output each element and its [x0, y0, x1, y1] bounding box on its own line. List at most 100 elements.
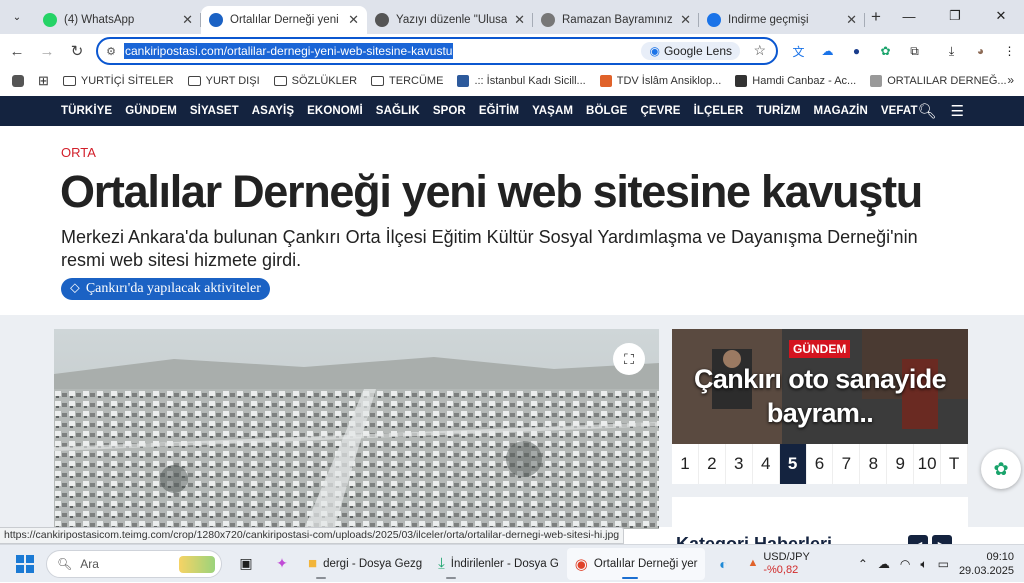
- download-folder-icon: ⤓: [438, 555, 445, 572]
- taskbar-app-button[interactable]: ⤓ İndirilenler - Dosya G: [430, 548, 567, 580]
- wifi-icon[interactable]: ◠: [900, 557, 910, 571]
- onedrive-cloud-icon[interactable]: ☁: [878, 557, 890, 571]
- close-tab-icon[interactable]: ✕: [680, 12, 691, 28]
- close-tab-icon[interactable]: ✕: [348, 12, 359, 28]
- site-nav-link[interactable]: EKONOMİ: [307, 105, 363, 117]
- extensions-puzzle-icon[interactable]: ⧉: [900, 44, 929, 59]
- battery-icon[interactable]: ▭: [938, 557, 949, 571]
- taskbar-app-indicator: [622, 576, 639, 579]
- page-number-button[interactable]: 1: [672, 444, 699, 484]
- tag-pill[interactable]: ⬦ Çankırı'da yapılacak aktiviteler: [61, 278, 270, 300]
- chevron-up-icon[interactable]: ⌃: [858, 557, 868, 571]
- bookmark-favicon: [735, 74, 748, 87]
- wordpress-icon: [375, 13, 389, 27]
- more-bookmarks-icon[interactable]: »: [1007, 73, 1014, 87]
- bookmark-item[interactable]: SÖZLÜKLER: [273, 75, 357, 87]
- volume-icon[interactable]: 🔈︎: [920, 557, 927, 572]
- stock-widget[interactable]: ▲ USD/JPY -%0,82: [747, 551, 809, 577]
- chatgpt-floating-icon[interactable]: ✿: [981, 449, 1021, 489]
- hamburger-menu-icon[interactable]: ☰: [951, 102, 964, 120]
- close-window-icon[interactable]: ✕: [978, 0, 1024, 32]
- minimize-icon[interactable]: —: [886, 0, 932, 32]
- page-number-button[interactable]: 8: [860, 444, 888, 484]
- bookmark-item[interactable]: TDV İslâm Ansiklop...: [599, 74, 721, 87]
- grid-apps-icon[interactable]: ⊞: [38, 73, 49, 89]
- site-nav-link[interactable]: SPOR: [433, 105, 466, 117]
- forward-arrow-icon[interactable]: →: [32, 43, 62, 60]
- translate-extension-icon[interactable]: 文: [784, 43, 813, 60]
- site-nav-link[interactable]: GÜNDEM: [125, 105, 177, 117]
- site-nav-link[interactable]: VEFAT: [881, 105, 918, 117]
- folder-icon: [273, 75, 287, 86]
- article-category[interactable]: ORTA: [61, 145, 96, 160]
- fullscreen-button[interactable]: ⛶: [613, 343, 645, 375]
- cloud-extension-icon[interactable]: ☁: [813, 44, 842, 58]
- taskbar-app-button[interactable]: ◉ Ortalılar Derneği yer: [566, 547, 706, 580]
- browser-tab[interactable]: Yazıyı düzenle "Ulusal Ba ✕: [367, 6, 533, 34]
- site-nav-link[interactable]: İLÇELER: [694, 105, 744, 117]
- page-number-button[interactable]: 4: [753, 444, 780, 484]
- search-placeholder: Ara: [80, 556, 99, 571]
- taskbar-app-button[interactable]: ■ dergi - Dosya Gezg: [300, 548, 430, 580]
- page-number-button[interactable]: 9: [887, 444, 915, 484]
- taskbar-app-indicator: [316, 576, 326, 579]
- menu-kebab-icon[interactable]: ⋮: [995, 44, 1024, 58]
- site-nav-link[interactable]: ÇEVRE: [640, 105, 680, 117]
- site-nav-link[interactable]: TURİZM: [756, 105, 800, 117]
- close-tab-icon[interactable]: ✕: [514, 12, 525, 28]
- clock[interactable]: 09:10 29.03.2025: [959, 550, 1014, 578]
- page-number-button[interactable]: 10: [914, 444, 942, 484]
- copilot-icon[interactable]: ✦: [264, 548, 300, 580]
- browser-tab[interactable]: (4) WhatsApp ✕: [35, 6, 201, 34]
- task-view-icon[interactable]: ▣: [228, 548, 264, 580]
- site-nav-link[interactable]: ASAYİŞ: [252, 105, 294, 117]
- downloads-icon[interactable]: ⤓: [937, 44, 966, 59]
- profile-avatar[interactable]: ◕: [966, 44, 995, 58]
- bookmark-item[interactable]: YURTİÇİ SİTELER: [62, 75, 174, 87]
- close-tab-icon[interactable]: ✕: [846, 12, 857, 28]
- address-bar[interactable]: ⚙ cankiripostasi.com/ortalilar-dernegi-y…: [96, 37, 778, 65]
- site-nav-link[interactable]: TÜRKİYE: [61, 105, 112, 117]
- edge-icon[interactable]: ◐: [705, 548, 741, 580]
- tab-search-chevron-icon[interactable]: ⌄: [5, 5, 29, 29]
- page-number-button[interactable]: 3: [726, 444, 753, 484]
- site-nav-link[interactable]: YAŞAM: [532, 105, 573, 117]
- featured-news-card[interactable]: GÜNDEM Çankırı oto sanayide bayram..: [672, 329, 968, 444]
- site-nav-link[interactable]: SİYASET: [190, 105, 239, 117]
- page-number-button[interactable]: 5: [779, 444, 807, 484]
- site-nav-link[interactable]: BÖLGE: [586, 105, 627, 117]
- page-number-button[interactable]: 7: [833, 444, 861, 484]
- browser-tab[interactable]: Ramazan Bayramınız Kutl ✕: [533, 6, 699, 34]
- taskbar-search[interactable]: 🔍︎ Ara: [46, 549, 222, 578]
- article-hero-image[interactable]: ⛶: [54, 329, 659, 529]
- bookmark-item[interactable]: Hamdi Canbaz - Ac...: [735, 74, 856, 87]
- browser-tab[interactable]: Ortalılar Derneği yeni web ✕: [201, 6, 367, 34]
- bookmark-item[interactable]: TERCÜME: [371, 75, 443, 87]
- new-tab-button[interactable]: +: [871, 7, 881, 27]
- bookmark-star-icon[interactable]: ☆: [753, 42, 766, 59]
- close-tab-icon[interactable]: ✕: [182, 12, 193, 28]
- zoom-extension-icon[interactable]: ●: [842, 44, 871, 58]
- bookmark-item[interactable]: ORTALILAR DERNEĞ...: [870, 74, 1007, 87]
- apps-square-icon[interactable]: [12, 74, 24, 87]
- browser-tab[interactable]: İndirme geçmişi ✕: [699, 6, 865, 34]
- chatgpt-extension-icon[interactable]: ✿: [871, 44, 900, 58]
- back-arrow-icon[interactable]: ←: [2, 43, 32, 60]
- page-number-button[interactable]: 2: [699, 444, 726, 484]
- page-number-button[interactable]: 6: [807, 444, 834, 484]
- bookmark-item[interactable]: YURT DIŞI: [187, 75, 260, 87]
- url-text[interactable]: cankiripostasi.com/ortalilar-dernegi-yen…: [124, 43, 454, 59]
- featured-headline[interactable]: Çankırı oto sanayide bayram..: [672, 362, 968, 430]
- reload-icon[interactable]: ↻: [62, 42, 92, 60]
- windows-start-icon[interactable]: [16, 554, 34, 573]
- site-nav-link[interactable]: SAĞLIK: [376, 105, 420, 117]
- site-nav-link[interactable]: EĞİTİM: [479, 105, 519, 117]
- restore-icon[interactable]: ❐: [932, 0, 978, 32]
- page-number-button[interactable]: T: [941, 444, 968, 484]
- site-settings-icon[interactable]: ⚙: [98, 45, 124, 58]
- bookmark-item[interactable]: .:: İstanbul Kadı Sicill...: [457, 74, 586, 87]
- search-icon[interactable]: 🔍︎: [918, 102, 937, 120]
- google-lens-button[interactable]: ◉ Google Lens: [641, 42, 740, 60]
- extensions-area: 文 ☁ ● ✿ ⧉ ⤓ ◕ ⋮: [784, 34, 1024, 68]
- site-nav-link[interactable]: MAGAZİN: [814, 105, 868, 117]
